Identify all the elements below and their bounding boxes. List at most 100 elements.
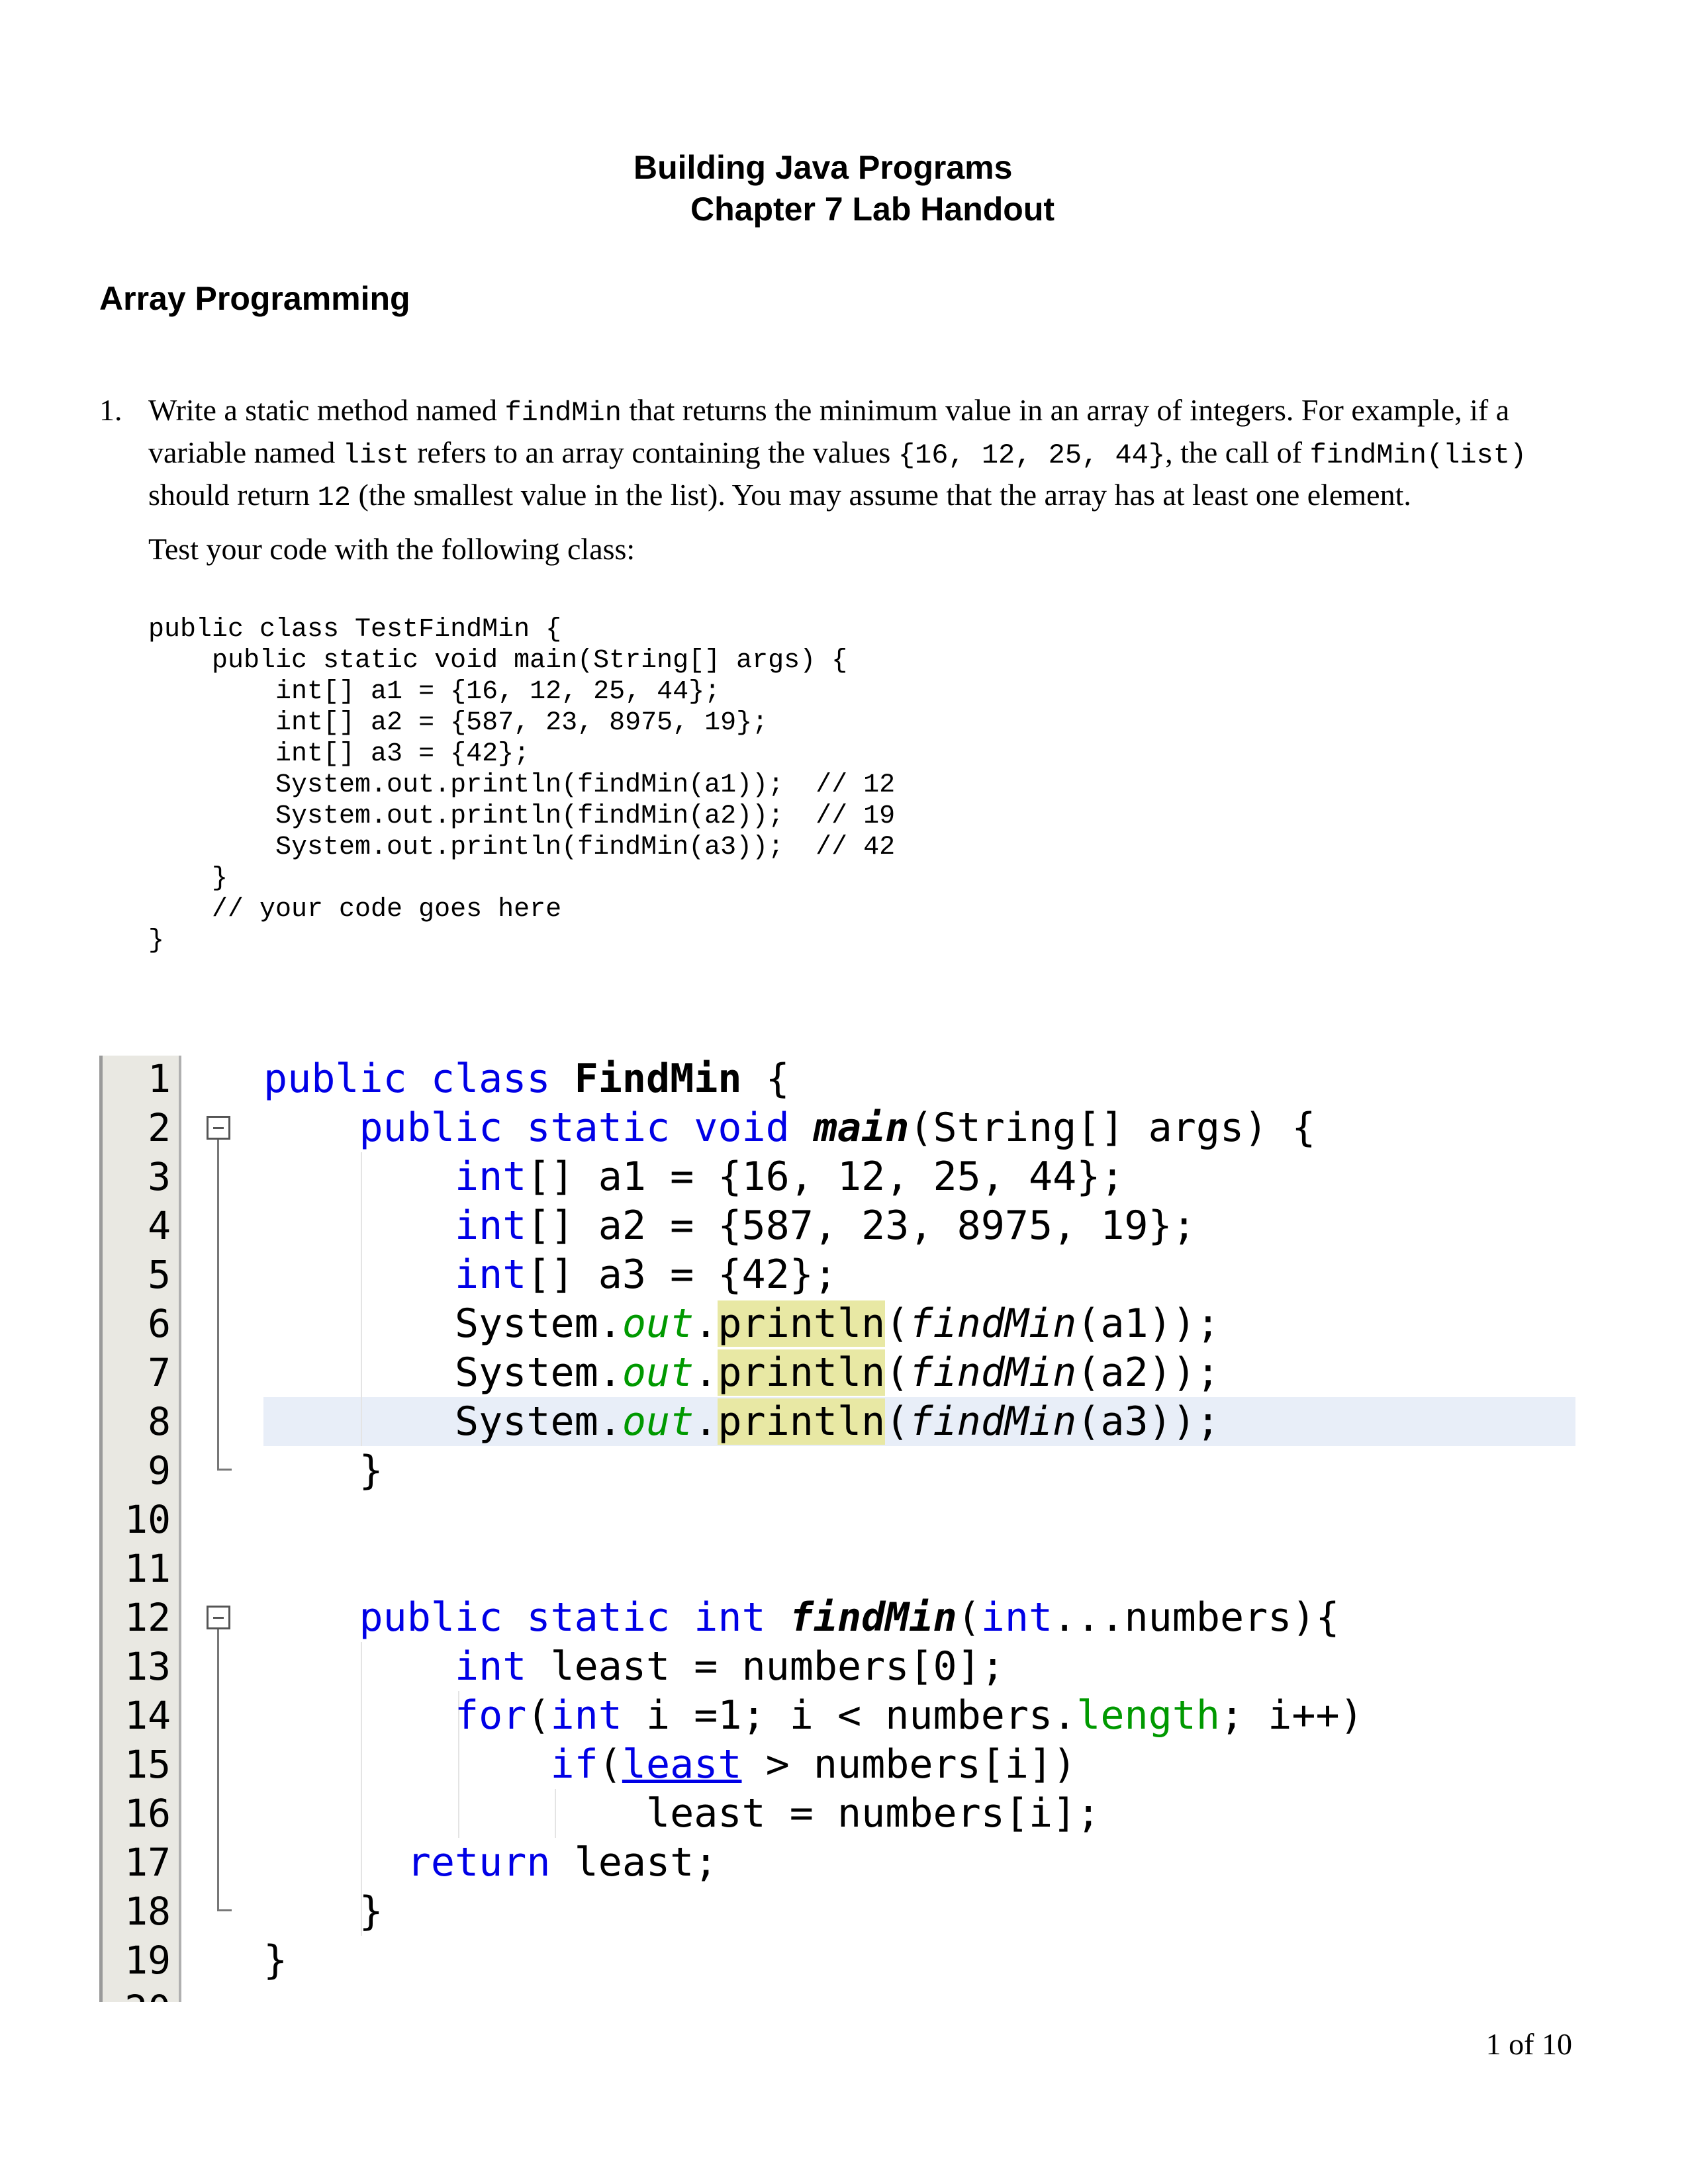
code-token: least: [622, 1741, 742, 1788]
code-token: System.: [263, 1349, 622, 1396]
editor-line[interactable]: public static void main(String[] args) {: [263, 1103, 1316, 1152]
keyword-token: int: [454, 1643, 527, 1690]
line-number: 16: [124, 1791, 171, 1836]
code-token: [] a1 = {16, 12, 25, 44};: [526, 1154, 1125, 1200]
code-token: out: [622, 1300, 694, 1347]
code-token: }: [263, 1937, 288, 1983]
code-token: {: [741, 1056, 790, 1102]
section-title: Array Programming: [99, 280, 410, 317]
line-number: 20: [124, 1985, 171, 2002]
question-number: 1.: [99, 393, 122, 427]
code-token: }: [263, 1888, 383, 1934]
code-token: println: [718, 1398, 886, 1445]
inline-code: findMin(list): [1309, 439, 1527, 471]
line-number-gutter: 1234567891011121314151617181920: [99, 1056, 181, 2002]
line-number: 17: [124, 1840, 171, 1885]
fold-collapse-icon[interactable]: [207, 1606, 230, 1629]
code-token: (: [598, 1741, 622, 1788]
editor-line[interactable]: return least;: [263, 1838, 718, 1887]
test-intro: Test your code with the following class:: [148, 532, 635, 566]
line-number: 10: [124, 1497, 171, 1542]
keyword-token: int: [550, 1692, 622, 1739]
keyword-token: public class: [263, 1056, 575, 1102]
editor-line[interactable]: int least = numbers[0];: [263, 1642, 1005, 1691]
fold-collapse-icon[interactable]: [207, 1116, 230, 1140]
editor-line[interactable]: System.out.println(findMin(a3));: [263, 1397, 1220, 1446]
code-token: findMin: [909, 1300, 1077, 1347]
text-segment: Write a static method named: [148, 393, 505, 427]
page-number: 1 of 10: [1485, 2027, 1572, 2061]
line-number: 12: [124, 1595, 171, 1640]
code-token: least = numbers[i];: [263, 1790, 1101, 1837]
editor-line[interactable]: }: [263, 1936, 287, 1985]
keyword-token: int: [454, 1251, 527, 1298]
editor-line[interactable]: public class FindMin {: [263, 1056, 790, 1103]
code-token: (: [885, 1349, 910, 1396]
code-token: (: [957, 1594, 981, 1641]
code-token: println: [718, 1300, 886, 1347]
code-line: int[] a3 = {42};: [148, 739, 530, 769]
keyword-token: return: [406, 1839, 551, 1886]
code-line: System.out.println(findMin(a1)); // 12: [148, 770, 896, 800]
line-number: 19: [124, 1938, 171, 1983]
editor-line[interactable]: int[] a2 = {587, 23, 8975, 19};: [263, 1201, 1196, 1250]
code-token: (: [885, 1300, 910, 1347]
keyword-token: if: [550, 1741, 598, 1788]
inline-code: {16, 12, 25, 44}: [898, 439, 1166, 471]
code-token: (a2));: [1076, 1349, 1220, 1396]
text-segment: refers to an array containing the values: [409, 435, 898, 469]
code-token: (a1));: [1076, 1300, 1220, 1347]
fold-end: [217, 1909, 232, 1911]
code-token: out: [622, 1349, 694, 1396]
editor-line[interactable]: System.out.println(findMin(a2));: [263, 1348, 1220, 1397]
editor-line[interactable]: public static int findMin(int...numbers)…: [263, 1593, 1340, 1642]
line-number: 4: [148, 1203, 171, 1248]
editor-line[interactable]: System.out.println(findMin(a1));: [263, 1299, 1220, 1348]
code-token: ; i++): [1219, 1692, 1364, 1739]
code-token: findMin: [909, 1398, 1077, 1445]
code-line: int[] a2 = {587, 23, 8975, 19};: [148, 708, 769, 738]
code-token: (: [885, 1398, 910, 1445]
code-token: least = numbers[0];: [526, 1643, 1005, 1690]
code-line: public class TestFindMin {: [148, 615, 562, 645]
line-number: 13: [124, 1644, 171, 1689]
code-token: out: [622, 1398, 694, 1445]
line-number: 2: [148, 1105, 171, 1150]
editor-line[interactable]: least = numbers[i];: [263, 1789, 1100, 1838]
editor-line[interactable]: int[] a1 = {16, 12, 25, 44};: [263, 1152, 1124, 1201]
code-token: println: [718, 1349, 886, 1396]
line-number: 14: [124, 1693, 171, 1738]
question-text: Write a static method named findMin that…: [148, 390, 1575, 518]
document-subtitle: Chapter 7 Lab Handout: [690, 191, 1055, 228]
document-title: Building Java Programs: [633, 149, 1013, 186]
line-number: 5: [148, 1252, 171, 1297]
code-token: ...numbers){: [1053, 1594, 1340, 1641]
editor-line[interactable]: }: [263, 1887, 383, 1936]
code-token: .: [694, 1349, 718, 1396]
line-number: 8: [148, 1399, 171, 1444]
code-token: System.: [263, 1398, 622, 1445]
code-token: (: [526, 1692, 551, 1739]
code-token: length: [1076, 1692, 1220, 1739]
code-token: System.: [263, 1300, 622, 1347]
text-segment: (the smallest value in the list). You ma…: [350, 478, 1411, 512]
line-number: 7: [148, 1350, 171, 1395]
editor-line[interactable]: int[] a3 = {42};: [263, 1250, 837, 1299]
code-editor[interactable]: 1234567891011121314151617181920 public c…: [99, 1056, 1575, 2002]
text-segment: , the call of: [1165, 435, 1310, 469]
code-line: public static void main(String[] args) {: [148, 646, 848, 676]
code-token: > numbers[i]): [741, 1741, 1077, 1788]
inline-code: 12: [317, 482, 351, 514]
editor-line[interactable]: }: [263, 1446, 383, 1495]
code-token: .: [694, 1398, 718, 1445]
editor-line[interactable]: for(int i =1; i < numbers.length; i++): [263, 1691, 1364, 1740]
code-token: }: [263, 1447, 383, 1494]
keyword-token: public static void: [359, 1105, 814, 1151]
code-line: }: [148, 926, 165, 956]
editor-line[interactable]: if(least > numbers[i]): [263, 1740, 1076, 1789]
